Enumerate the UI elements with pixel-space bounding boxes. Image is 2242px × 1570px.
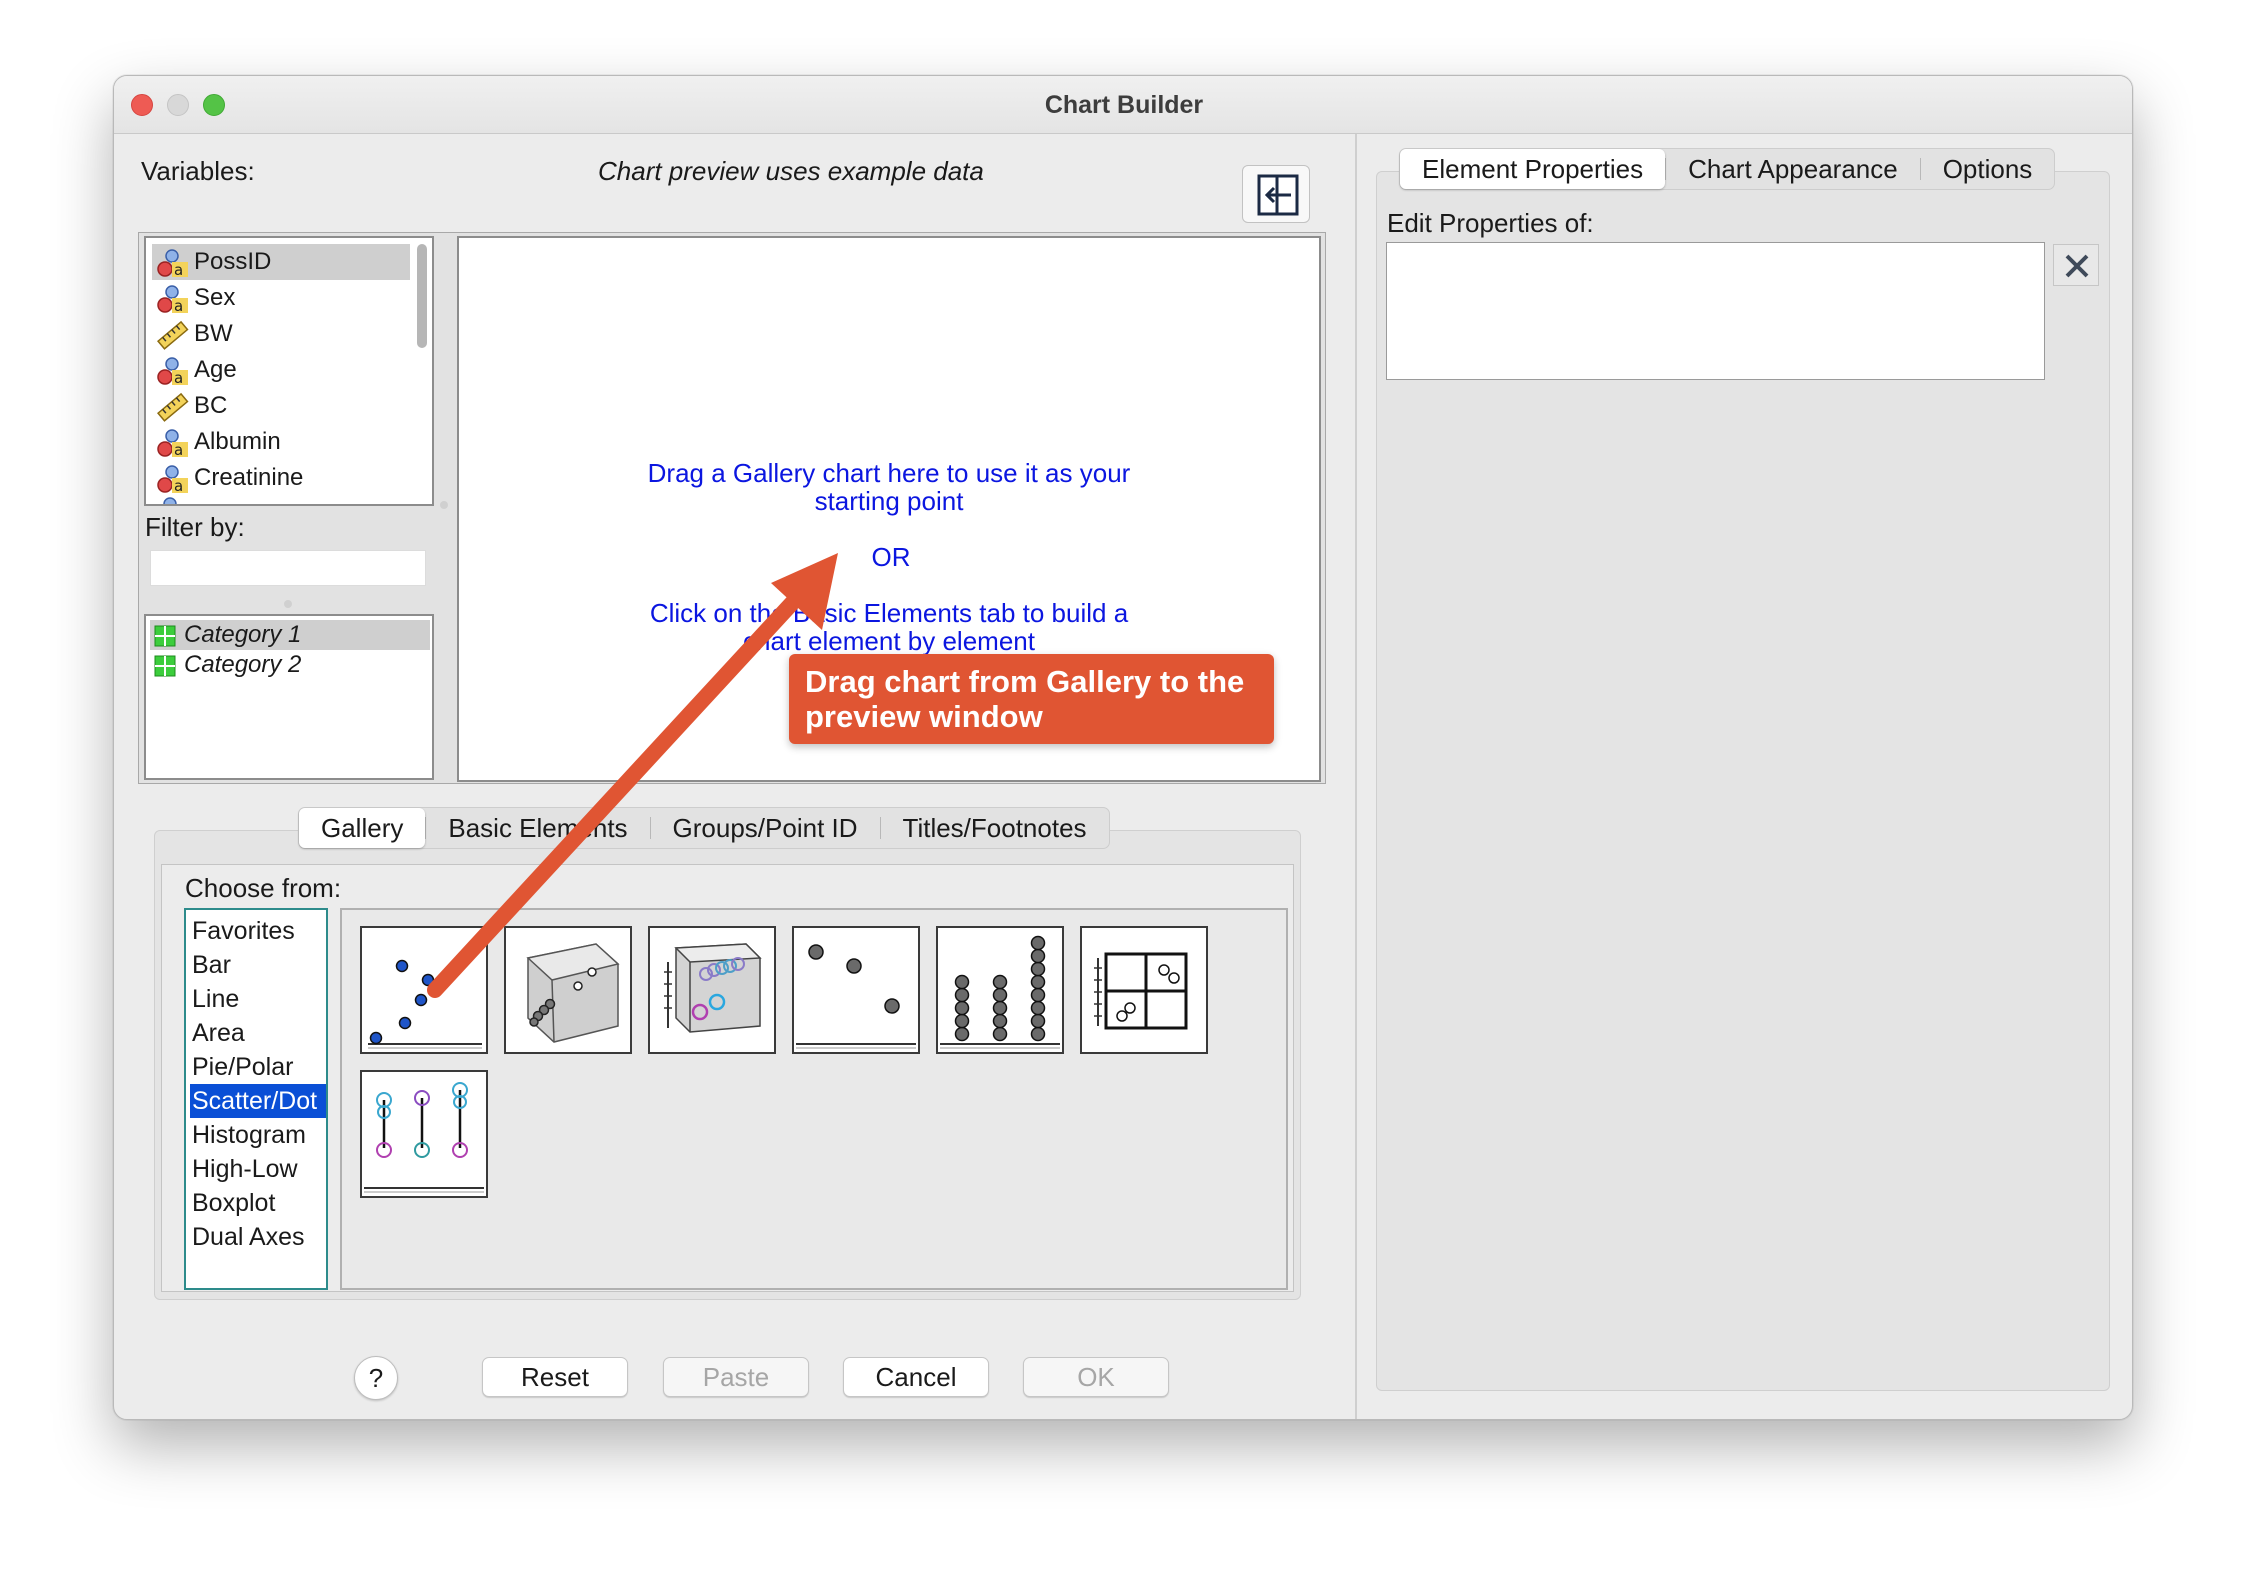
- callout-line: preview window: [805, 699, 1043, 734]
- annotation-callout: Drag chart from Gallery to the preview w…: [789, 654, 1274, 744]
- drag-arrow-icon: [427, 553, 838, 998]
- callout-line: Drag chart from Gallery to the: [805, 664, 1245, 699]
